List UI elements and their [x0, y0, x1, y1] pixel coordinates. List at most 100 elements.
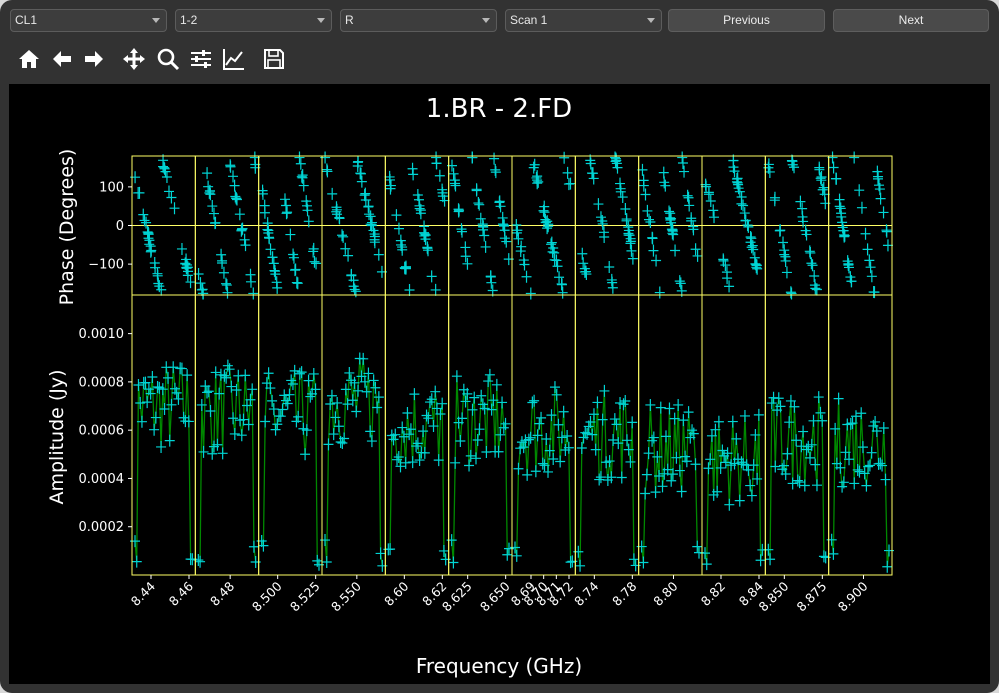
x-tick-label: 8.80 — [650, 578, 680, 608]
phase-point — [577, 247, 588, 260]
phase-point — [499, 219, 510, 232]
phase-point — [141, 216, 152, 229]
phase-point — [865, 261, 876, 274]
phase-point — [674, 275, 685, 288]
amplitude-point — [451, 370, 462, 383]
amplitude-point — [664, 402, 675, 415]
phase-point — [497, 218, 508, 231]
phase-point — [216, 248, 227, 261]
phase-point — [692, 249, 703, 262]
amplitude-point — [198, 445, 209, 458]
amplitude-point — [351, 405, 362, 418]
amplitude-point — [229, 427, 240, 440]
amplitude-point — [228, 412, 239, 425]
source-combo[interactable]: CL1 — [10, 9, 167, 32]
polarization-combo-value: R — [345, 13, 354, 27]
back-arrow-icon[interactable] — [49, 46, 75, 72]
polarization-combo[interactable]: R — [340, 9, 497, 32]
amplitude-point — [753, 408, 764, 421]
phase-point — [229, 179, 240, 192]
home-icon[interactable] — [16, 46, 42, 72]
phase-point — [355, 167, 366, 180]
phase-point — [789, 161, 800, 174]
phase-point — [159, 162, 170, 175]
amplitude-point — [305, 390, 316, 403]
phase-point — [677, 151, 688, 164]
phase-point — [346, 268, 357, 281]
forward-arrow-icon[interactable] — [81, 46, 107, 72]
amplitude-point — [344, 366, 355, 379]
amplitude-point — [529, 394, 540, 407]
phase-point — [423, 244, 434, 257]
amplitude-point — [880, 473, 891, 486]
phase-point — [296, 170, 307, 183]
amplitude-point — [502, 548, 513, 561]
phase-point — [288, 251, 299, 264]
phase-point — [868, 286, 879, 299]
amplitude-point — [470, 452, 481, 465]
amplitude-point — [308, 367, 319, 380]
amplitude-point — [562, 430, 573, 443]
next-button[interactable]: Next — [833, 9, 989, 32]
phase-point — [248, 287, 259, 300]
phase-point — [407, 162, 418, 175]
phase-point — [195, 277, 206, 290]
pan-icon[interactable] — [121, 46, 147, 72]
phase-point — [546, 236, 557, 249]
phase-point — [830, 172, 841, 185]
save-icon[interactable] — [261, 46, 287, 72]
phase-point — [873, 170, 884, 183]
amplitude-window-frame — [258, 294, 323, 576]
amplitude-point — [303, 374, 314, 387]
phase-point — [690, 243, 701, 256]
phase-point — [778, 236, 789, 249]
phase-point — [222, 286, 233, 299]
amplitude-point — [537, 457, 548, 470]
amplitude-point — [325, 397, 336, 410]
phase-point — [479, 229, 490, 242]
configure-subplots-icon[interactable] — [188, 46, 214, 72]
amplitude-point — [231, 383, 242, 396]
amplitude-point — [620, 394, 631, 407]
phase-point — [434, 169, 445, 182]
phase-point — [658, 166, 669, 179]
phase-point — [814, 163, 825, 176]
amplitude-axis-label: Amplitude (Jy) — [46, 369, 68, 504]
zoom-icon[interactable] — [155, 46, 181, 72]
amplitude-point — [476, 389, 487, 402]
phase-point — [366, 218, 377, 231]
phase-point — [359, 189, 370, 202]
amplitude-point — [202, 386, 213, 399]
amplitude-point — [236, 429, 247, 442]
phase-point — [486, 276, 497, 289]
scan-combo[interactable]: Scan 1 — [505, 9, 662, 32]
phase-point — [292, 277, 303, 290]
phase-point — [228, 170, 239, 183]
phase-point — [169, 202, 180, 215]
phase-point — [724, 280, 735, 293]
amplitude-point — [131, 555, 142, 568]
plot-canvas[interactable]: 1.BR - 2.FD Phase (Degrees) Amplitude (J… — [9, 84, 990, 684]
phase-point — [607, 281, 618, 294]
phase-point — [467, 151, 478, 164]
previous-button[interactable]: Previous — [668, 9, 825, 32]
phase-point — [856, 201, 867, 214]
amplitude-point — [763, 543, 774, 556]
chevron-down-icon — [647, 18, 655, 23]
amplitude-point — [368, 374, 379, 387]
phase-point — [259, 206, 270, 219]
phase-point — [158, 160, 169, 173]
phase-point — [643, 213, 654, 226]
phase-point — [578, 257, 589, 270]
phase-point — [683, 191, 694, 204]
phase-point — [460, 241, 471, 254]
phase-point — [786, 287, 797, 300]
amplitude-point — [573, 545, 584, 558]
phase-point — [231, 192, 242, 205]
phase-point — [285, 228, 296, 241]
edit-axes-icon[interactable] — [221, 46, 247, 72]
phase-point — [471, 184, 482, 197]
phase-y-tick-label: 100 — [99, 180, 124, 195]
amplitude-point — [474, 423, 485, 436]
baseline-combo[interactable]: 1-2 — [175, 9, 332, 32]
